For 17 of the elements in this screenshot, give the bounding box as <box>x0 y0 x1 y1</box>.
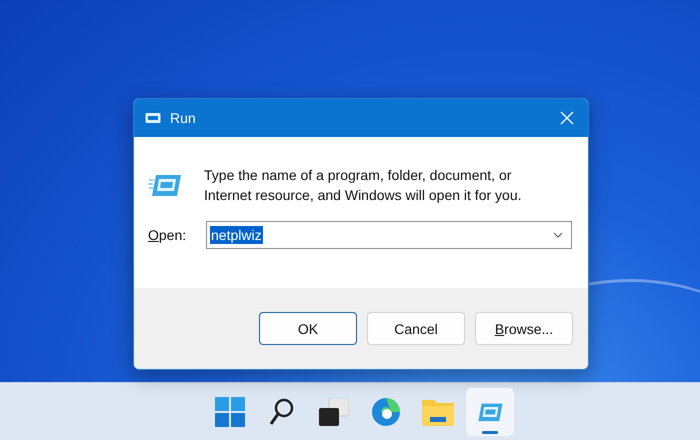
dialog-button[interactable]: Browse... <box>475 312 573 345</box>
active-indicator <box>482 430 498 434</box>
default-button[interactable]: OK <box>259 312 357 345</box>
open-label: Open: <box>148 227 188 243</box>
window-title: Run <box>170 110 196 126</box>
run-app-icon <box>144 112 162 124</box>
command-combo-box[interactable]: netplwiz <box>206 221 572 249</box>
search-icon <box>269 398 295 426</box>
dialog-button[interactable]: Cancel <box>367 312 465 345</box>
instruction-text: Type the name of a program, folder, document, or Internet resource, and Windows will open it for you. <box>204 166 522 205</box>
browser-icon <box>371 396 401 426</box>
windows-logo-icon <box>215 396 245 426</box>
task-view-icon <box>319 398 349 426</box>
folder-icon <box>422 398 454 426</box>
close-icon[interactable] <box>560 111 574 125</box>
taskbar-run-button[interactable] <box>466 388 514 436</box>
chevron-down-icon[interactable] <box>553 232 563 238</box>
